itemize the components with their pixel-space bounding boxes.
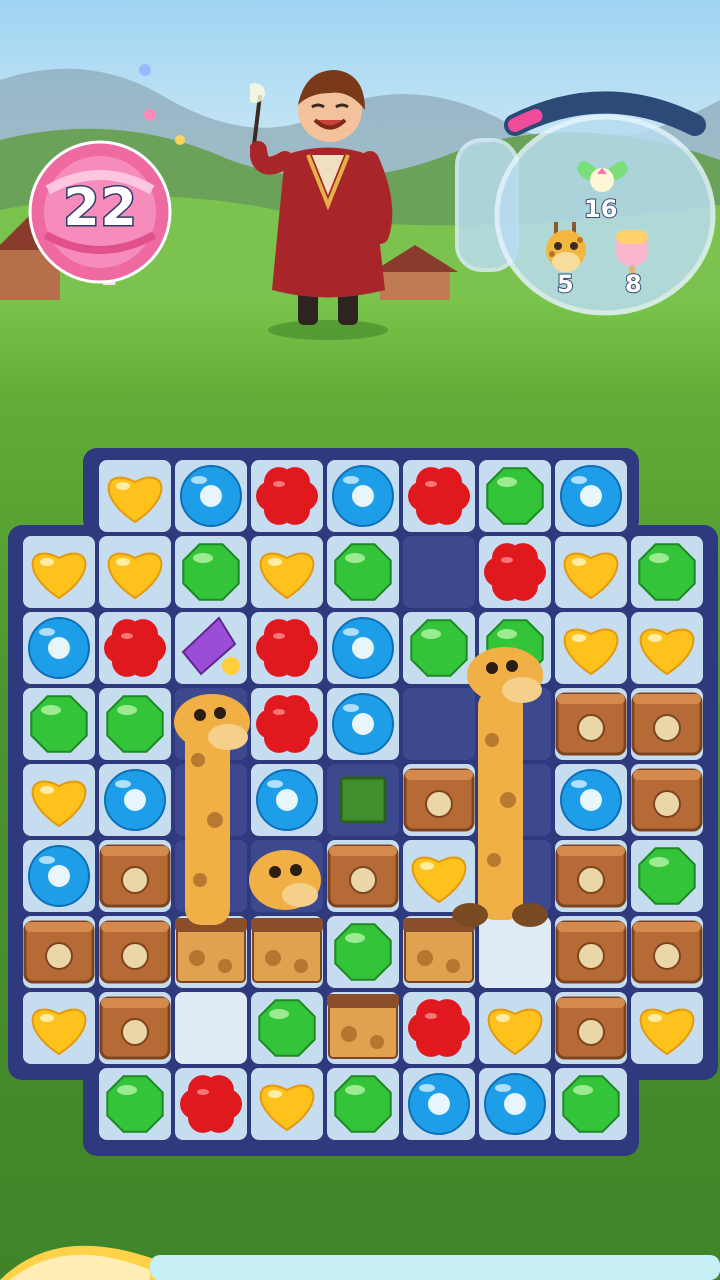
game-scene: 22 16 5 8 bbox=[0, 0, 720, 1280]
bottom-booster-bar bbox=[0, 1245, 720, 1280]
giraffe-blocker-right bbox=[452, 647, 548, 927]
giraffe-blocker-small bbox=[249, 850, 321, 910]
giraffe-overlays bbox=[174, 647, 548, 927]
giraffe-blocker-left bbox=[174, 694, 250, 925]
